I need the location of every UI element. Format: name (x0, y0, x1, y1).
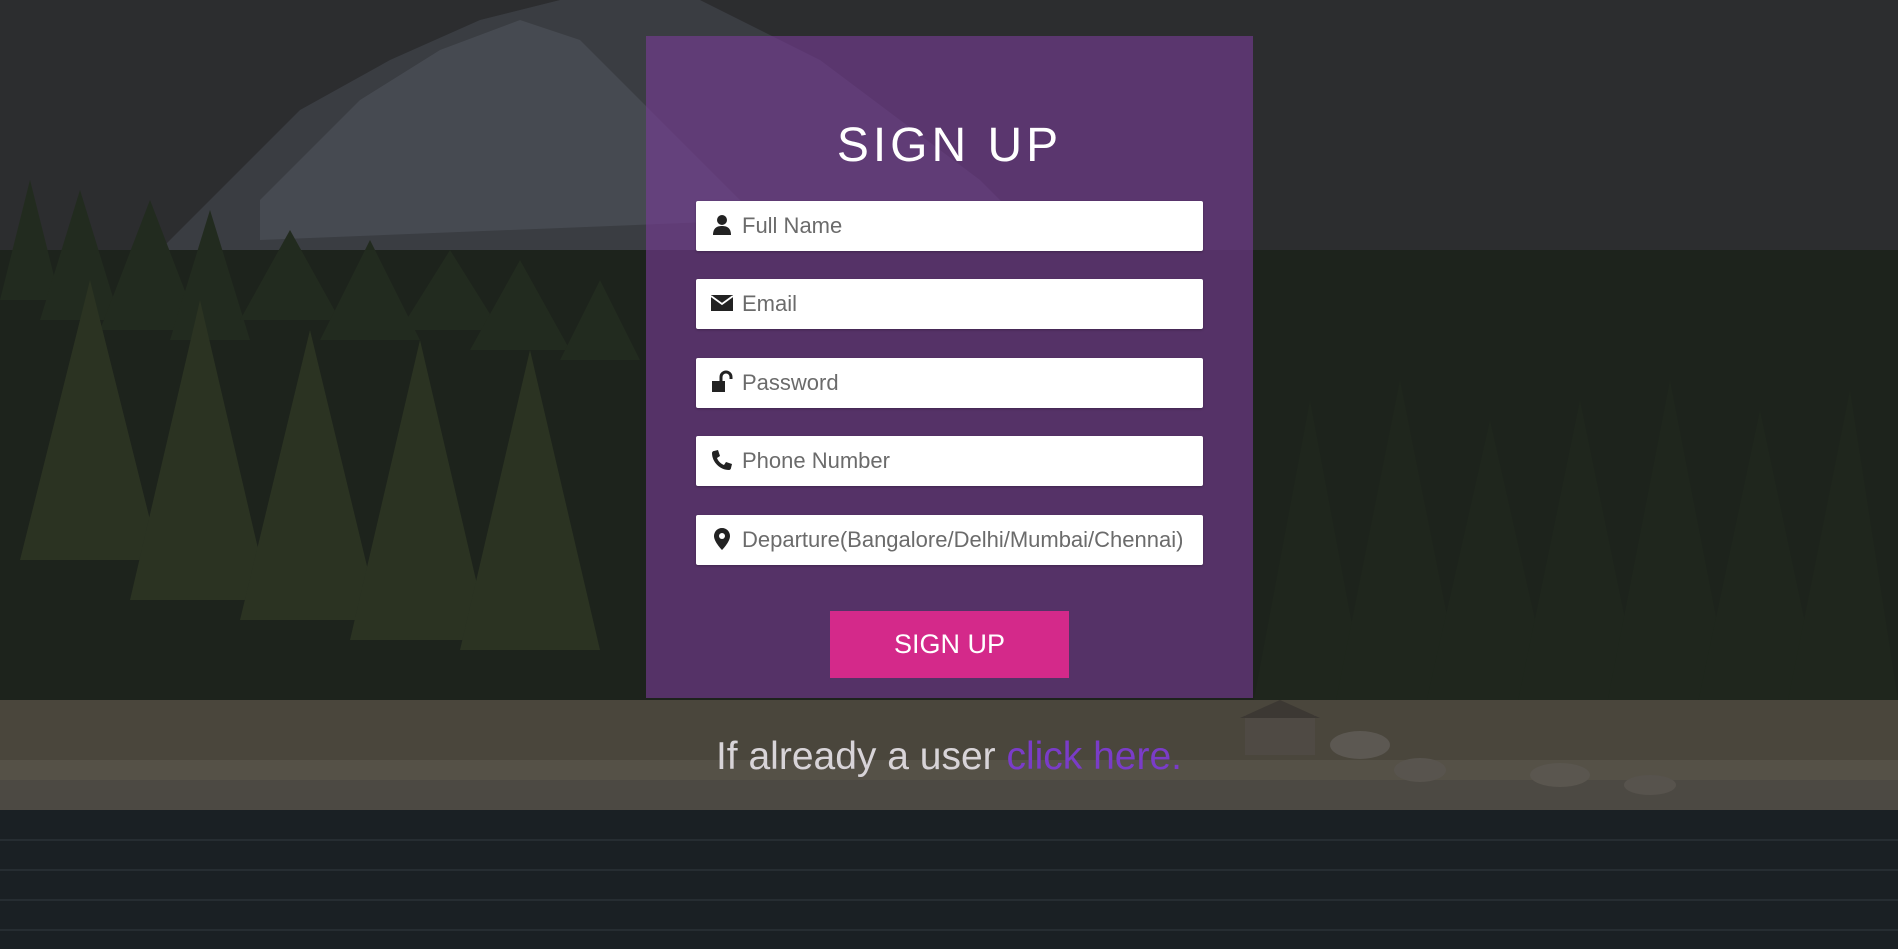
full-name-field[interactable] (696, 201, 1203, 251)
envelope-icon (710, 291, 734, 315)
phone-input[interactable] (742, 436, 1182, 486)
map-pin-icon (710, 527, 734, 551)
email-input[interactable] (742, 279, 1182, 329)
departure-input[interactable] (742, 515, 1182, 565)
departure-field[interactable] (696, 515, 1203, 565)
password-input[interactable] (742, 358, 1182, 408)
login-prompt: If already a user click here. (0, 735, 1898, 779)
email-field[interactable] (696, 279, 1203, 329)
signup-button[interactable]: SIGN UP (830, 611, 1069, 678)
full-name-input[interactable] (742, 201, 1182, 251)
signup-card: SIGN UP Full Name Email Phone Number Dep… (646, 36, 1253, 698)
user-icon (710, 213, 734, 237)
background-scene: SIGN UP Full Name Email Phone Number Dep… (0, 0, 1898, 949)
login-link[interactable]: click here. (1006, 735, 1182, 778)
unlock-icon (710, 370, 734, 394)
phone-field[interactable] (696, 436, 1203, 486)
login-prompt-text: If already a user (715, 735, 1007, 778)
phone-icon (710, 448, 734, 472)
password-field[interactable] (696, 358, 1203, 408)
signup-title: SIGN UP (836, 119, 1063, 172)
